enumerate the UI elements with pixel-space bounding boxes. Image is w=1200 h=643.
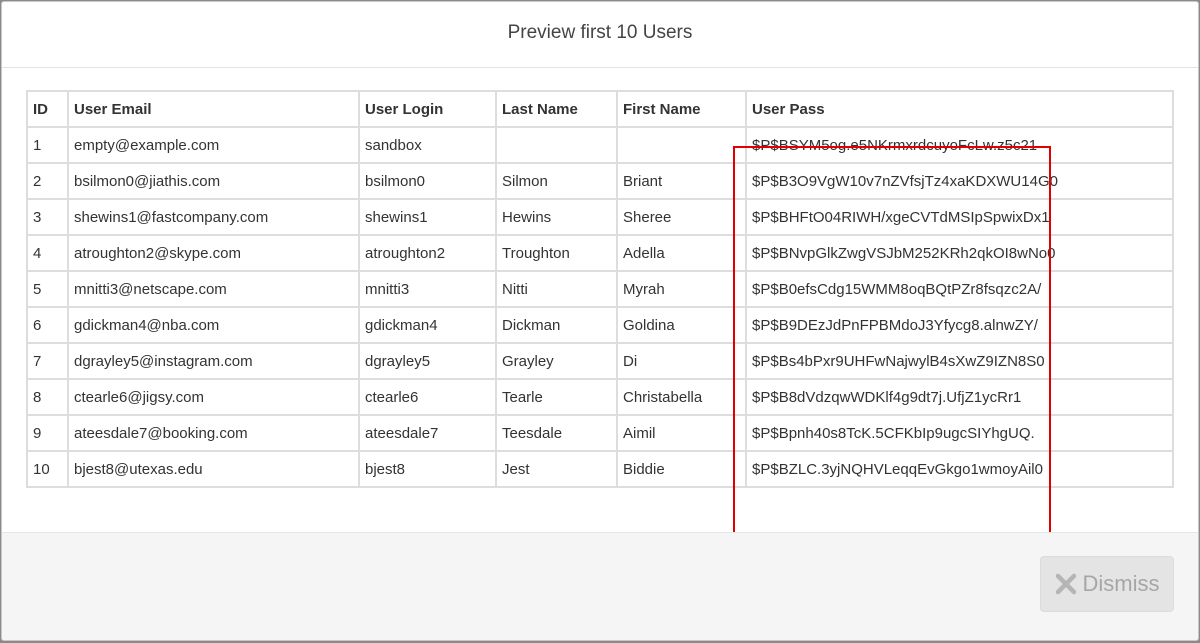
cell-user-email: mnitti3@netscape.com xyxy=(67,270,360,308)
cell-user-pass: $P$BSYM5og.e5NKrmxrdcuyoFcLw.z5c21 xyxy=(745,126,1174,164)
cell-user-pass: $P$B0efsCdg15WMM8oqBQtPZr8fsqzc2A/ xyxy=(745,270,1174,308)
cell-last-name: Jest xyxy=(495,450,618,488)
cell-user-email: ctearle6@jigsy.com xyxy=(67,378,360,416)
cell-id: 2 xyxy=(26,162,69,200)
header-user-email: User Email xyxy=(67,90,360,128)
cell-id: 4 xyxy=(26,234,69,272)
table-row: 7 dgrayley5@instagram.com dgrayley5 Grayley… xyxy=(26,342,1174,380)
preview-users-modal: Preview first 10 Users ID User Email Use… xyxy=(1,1,1199,641)
cell-user-pass: $P$BHFtO04RIWH/xgeCVTdMSIpSpwixDx1 xyxy=(745,198,1174,236)
cell-user-email: dgrayley5@instagram.com xyxy=(67,342,360,380)
header-first-name: First Name xyxy=(616,90,747,128)
cell-user-login: bjest8 xyxy=(358,450,497,488)
cell-user-pass: $P$B3O9VgW10v7nZVfsjTz4xaKDXWU14G0 xyxy=(745,162,1174,200)
cell-user-email: bjest8@utexas.edu xyxy=(67,450,360,488)
cell-last-name: Teesdale xyxy=(495,414,618,452)
table-row: 8 ctearle6@jigsy.com ctearle6 Tearle Christa… xyxy=(26,378,1174,416)
header-user-login: User Login xyxy=(358,90,497,128)
table-row: 10 bjest8@utexas.edu bjest8 Jest Biddie $P$BZ… xyxy=(26,450,1174,488)
cell-first-name: Briant xyxy=(616,162,747,200)
cell-user-login: sandbox xyxy=(358,126,497,164)
cell-first-name xyxy=(616,126,747,164)
cell-user-email: empty@example.com xyxy=(67,126,360,164)
cell-user-login: shewins1 xyxy=(358,198,497,236)
cell-user-pass: $P$B9DEzJdPnFPBMdoJ3Yfycg8.alnwZY/ xyxy=(745,306,1174,344)
cell-first-name: Biddie xyxy=(616,450,747,488)
cell-last-name: Nitti xyxy=(495,270,618,308)
cell-user-login: atroughton2 xyxy=(358,234,497,272)
cell-id: 8 xyxy=(26,378,69,416)
modal-header: Preview first 10 Users xyxy=(2,2,1198,68)
cell-user-login: gdickman4 xyxy=(358,306,497,344)
table-row: 5 mnitti3@netscape.com mnitti3 Nitti Myrah $P… xyxy=(26,270,1174,308)
cell-last-name: Troughton xyxy=(495,234,618,272)
cell-first-name: Sheree xyxy=(616,198,747,236)
modal-title: Preview first 10 Users xyxy=(507,21,693,43)
modal-body: ID User Email User Login Last Name First… xyxy=(2,68,1198,582)
table-row: 4 atroughton2@skype.com atroughton2 Trought… xyxy=(26,234,1174,272)
modal-footer: Dismiss xyxy=(2,532,1198,640)
cell-user-pass: $P$Bs4bPxr9UHFwNajwylB4sXwZ9IZN8S0 xyxy=(745,342,1174,380)
cell-user-email: atroughton2@skype.com xyxy=(67,234,360,272)
dismiss-button[interactable]: Dismiss xyxy=(1040,556,1174,612)
cell-last-name: Dickman xyxy=(495,306,618,344)
cell-id: 7 xyxy=(26,342,69,380)
cell-last-name: Silmon xyxy=(495,162,618,200)
cell-id: 6 xyxy=(26,306,69,344)
cell-id: 1 xyxy=(26,126,69,164)
cell-user-login: mnitti3 xyxy=(358,270,497,308)
cell-first-name: Goldina xyxy=(616,306,747,344)
cell-id: 3 xyxy=(26,198,69,236)
table-header: ID User Email User Login Last Name First… xyxy=(26,90,1174,128)
cell-user-pass: $P$B8dVdzqwWDKlf4g9dt7j.UfjZ1ycRr1 xyxy=(745,378,1174,416)
cell-id: 9 xyxy=(26,414,69,452)
cell-user-login: dgrayley5 xyxy=(358,342,497,380)
cell-user-email: ateesdale7@booking.com xyxy=(67,414,360,452)
table-row: 1 empty@example.com sandbox $P$BSYM5og.e5NK… xyxy=(26,126,1174,164)
cell-last-name xyxy=(495,126,618,164)
cell-first-name: Adella xyxy=(616,234,747,272)
header-last-name: Last Name xyxy=(495,90,618,128)
cell-first-name: Aimil xyxy=(616,414,747,452)
cell-user-email: gdickman4@nba.com xyxy=(67,306,360,344)
cell-last-name: Hewins xyxy=(495,198,618,236)
table-row: 9 ateesdale7@booking.com ateesdale7 Teesdal… xyxy=(26,414,1174,452)
cell-user-pass: $P$BZLC.3yjNQHVLeqqEvGkgo1wmoyAil0 xyxy=(745,450,1174,488)
table-header-row: ID User Email User Login Last Name First… xyxy=(26,90,1174,128)
cell-user-email: shewins1@fastcompany.com xyxy=(67,198,360,236)
header-user-pass: User Pass xyxy=(745,90,1174,128)
cell-user-pass: $P$BNvpGlkZwgVSJbM252KRh2qkOI8wNo0 xyxy=(745,234,1174,272)
cell-first-name: Di xyxy=(616,342,747,380)
dismiss-label: Dismiss xyxy=(1082,571,1160,596)
table-row: 3 shewins1@fastcompany.com shewins1 Hewins S… xyxy=(26,198,1174,236)
cell-last-name: Tearle xyxy=(495,378,618,416)
cell-user-login: ctearle6 xyxy=(358,378,497,416)
header-id: ID xyxy=(26,90,69,128)
cell-user-pass: $P$Bpnh40s8TcK.5CFKbIp9ugcSIYhgUQ. xyxy=(745,414,1174,452)
cell-user-login: ateesdale7 xyxy=(358,414,497,452)
cell-first-name: Christabella xyxy=(616,378,747,416)
cell-user-email: bsilmon0@jiathis.com xyxy=(67,162,360,200)
close-x-icon xyxy=(1055,573,1077,595)
table-row: 6 gdickman4@nba.com gdickman4 Dickman Goldin… xyxy=(26,306,1174,344)
cell-last-name: Grayley xyxy=(495,342,618,380)
cell-id: 5 xyxy=(26,270,69,308)
cell-user-login: bsilmon0 xyxy=(358,162,497,200)
table-body: 1 empty@example.com sandbox $P$BSYM5og.e5NK… xyxy=(26,126,1174,488)
users-table: ID User Email User Login Last Name First… xyxy=(26,90,1174,488)
cell-id: 10 xyxy=(26,450,69,488)
cell-first-name: Myrah xyxy=(616,270,747,308)
table-row: 2 bsilmon0@jiathis.com bsilmon0 Silmon Brian… xyxy=(26,162,1174,200)
